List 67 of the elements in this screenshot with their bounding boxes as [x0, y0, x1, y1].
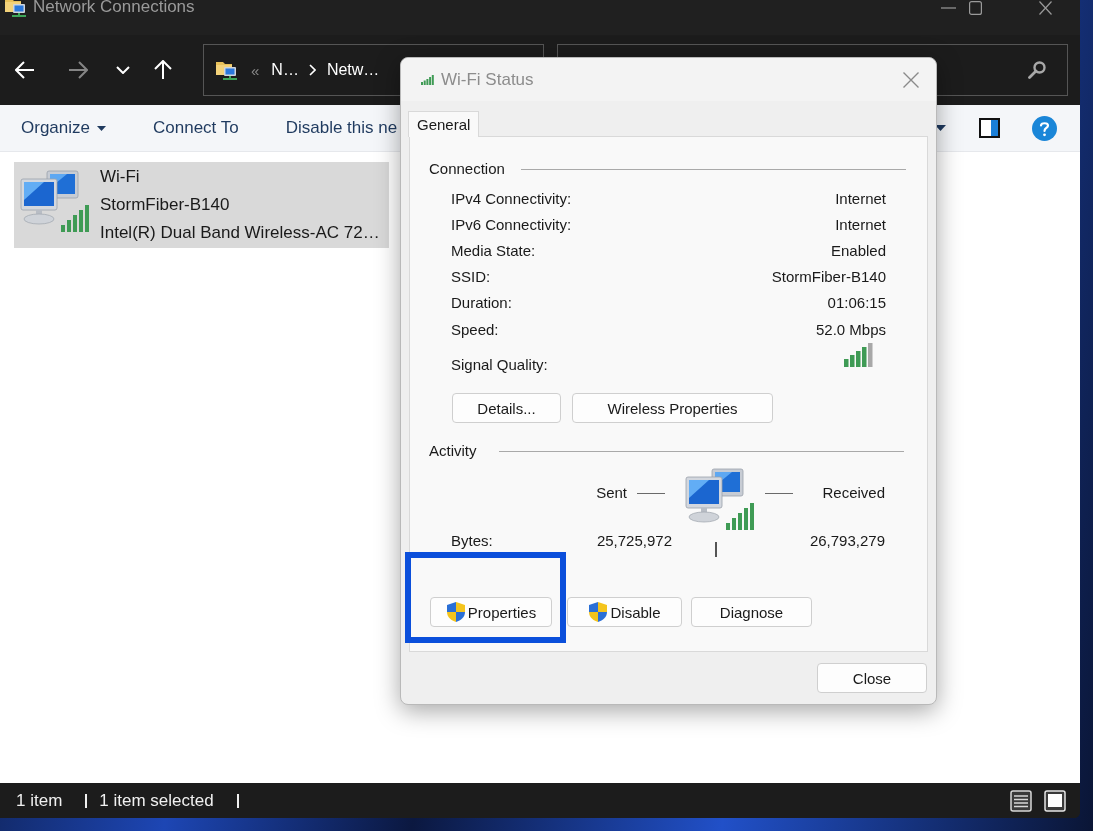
- command-button[interactable]: Organize: [21, 118, 106, 138]
- field-label: SSID:: [451, 267, 491, 285]
- field-label: Duration:: [451, 293, 512, 311]
- preview-pane-button[interactable]: [979, 118, 1000, 138]
- back-arrow-icon: [15, 61, 35, 79]
- minimize-icon: [940, 7, 956, 9]
- large-icons-view-button[interactable]: [1044, 789, 1066, 812]
- dialog-button[interactable]: Disable: [567, 597, 682, 627]
- search-icon: [1028, 61, 1046, 79]
- field-label: Media State:: [451, 241, 536, 259]
- bytes-label: Bytes:: [451, 532, 493, 549]
- field-label: IPv4 Connectivity:: [451, 189, 572, 207]
- maximize-icon: [968, 1, 982, 15]
- received-label: Received: [822, 483, 885, 503]
- forward-arrow-icon: [68, 61, 88, 79]
- adapter-name: Intel(R) Dual Band Wireless-AC 72…: [100, 222, 380, 244]
- dialog-button[interactable]: Properties: [430, 597, 552, 627]
- field-value: 01:06:15: [827, 293, 886, 311]
- dialog-title: Wi-Fi Status: [441, 69, 534, 90]
- chevron-down-icon: [116, 66, 130, 74]
- dialog-button[interactable]: Close: [817, 663, 927, 693]
- signal-quality-icon: [844, 343, 873, 367]
- chevron-right-icon: [308, 64, 316, 76]
- up-arrow-icon: [154, 60, 172, 80]
- breadcrumb-segment[interactable]: Netw…: [326, 61, 380, 79]
- close-icon: [903, 71, 919, 88]
- bytes-received-value: 26,793,279: [809, 531, 885, 551]
- network-computers-icon: [685, 468, 755, 531]
- field-value: Internet: [835, 215, 886, 233]
- breadcrumb-segment[interactable]: N…: [271, 61, 299, 79]
- item-count: 1 item: [16, 790, 63, 811]
- sent-label: Sent: [596, 483, 627, 503]
- field-value: StormFiber-B140: [771, 267, 886, 285]
- large-icons-view-icon: [1044, 789, 1066, 812]
- field-value: Internet: [835, 189, 886, 207]
- network-name: StormFiber-B140: [100, 194, 231, 216]
- selection-count: 1 item selected: [99, 790, 214, 811]
- command-button[interactable]: Disable this ne: [285, 118, 398, 138]
- help-icon: [1032, 115, 1057, 141]
- help-button[interactable]: [1032, 115, 1057, 141]
- close-icon: [1038, 1, 1052, 15]
- network-folder-icon: [4, 0, 28, 19]
- field-value: 52.0 Mbps: [815, 320, 886, 338]
- field-label: Signal Quality:: [451, 355, 548, 375]
- caret-icon: [935, 125, 946, 131]
- dialog-button[interactable]: Wireless Properties: [572, 393, 773, 423]
- tab[interactable]: General: [408, 111, 480, 137]
- group-heading: Connection: [429, 159, 505, 179]
- dialog-button[interactable]: Diagnose: [691, 597, 812, 627]
- connection-name: Wi-Fi: [100, 166, 141, 188]
- field-label: IPv6 Connectivity:: [451, 215, 572, 233]
- field-label: Speed:: [451, 320, 499, 338]
- more-options-button[interactable]: [935, 125, 946, 131]
- signal-bars-icon: [421, 74, 434, 85]
- pane-icon: [979, 118, 1000, 138]
- details-view-button[interactable]: [1010, 789, 1032, 812]
- network-connection-item[interactable]: Wi-Fi StormFiber-B140 Intel(R) Dual Band Wireless-AC 72…: [14, 162, 389, 248]
- command-button[interactable]: Connect To: [153, 118, 239, 138]
- window-title: Network Connections: [33, 0, 195, 18]
- group-heading: Activity: [429, 441, 477, 461]
- close-button[interactable]: [902, 70, 920, 89]
- bytes-sent-value: 25,725,972: [596, 531, 672, 551]
- network-computers-icon: [20, 170, 90, 233]
- overflow-mark[interactable]: «: [251, 61, 260, 79]
- dialog-button[interactable]: Details...: [452, 393, 561, 423]
- details-view-icon: [1010, 789, 1032, 812]
- field-value: Enabled: [830, 241, 886, 259]
